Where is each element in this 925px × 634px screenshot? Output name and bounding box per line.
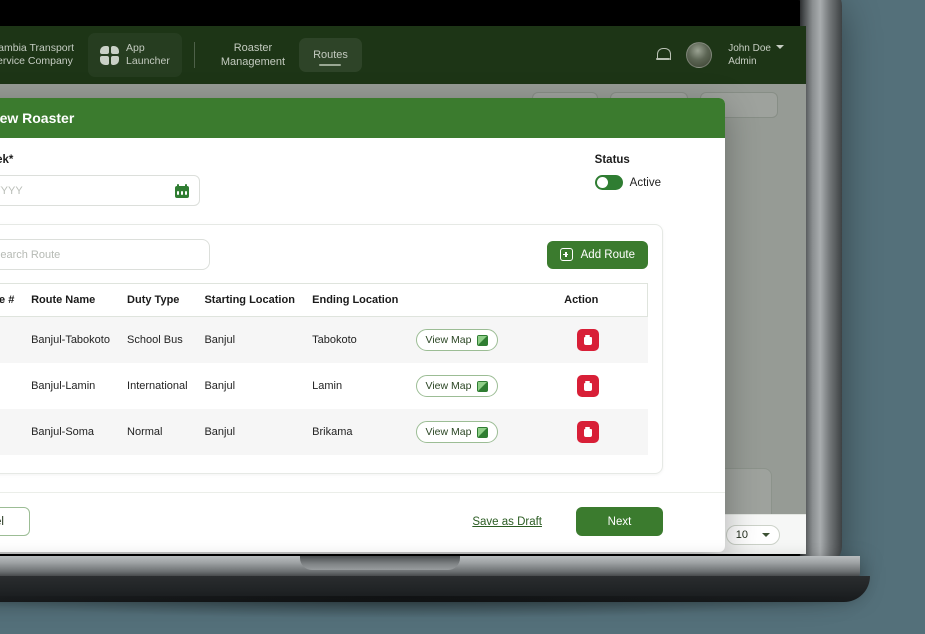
cell-ending-location: Lamin <box>304 363 407 409</box>
create-roaster-modal: Create New Roaster Select Week* DD/MM/YY… <box>0 98 725 552</box>
routes-table-body: 1 Banjul-Tabokoto School Bus Banjul Tabo… <box>0 317 648 456</box>
plus-icon <box>560 248 573 261</box>
cell-route-name: Banjul-Tabokoto <box>23 317 119 364</box>
nav-divider <box>194 42 195 68</box>
cell-duty-type: International <box>119 363 196 409</box>
routes-table: Route # Route Name Duty Type Starting Lo… <box>0 283 648 455</box>
grid-icon <box>100 46 119 65</box>
app-launcher-button[interactable]: App Launcher <box>88 33 182 77</box>
user-role: Admin <box>728 55 784 68</box>
table-row: 3 Banjul-Soma Normal Banjul Brikama View… <box>0 409 648 455</box>
trash-icon <box>584 335 592 345</box>
col-route-number: Route # <box>0 284 23 317</box>
cell-action <box>528 363 648 409</box>
page-size-select[interactable]: 10 <box>726 525 780 545</box>
cell-route-name: Banjul-Lamin <box>23 363 119 409</box>
user-name: John Doe <box>728 43 771 54</box>
cell-action <box>528 317 648 364</box>
status-label: Status <box>595 154 661 166</box>
cell-starting-location: Banjul <box>196 409 304 455</box>
col-starting-location: Starting Location <box>196 284 304 317</box>
cell-starting-location: Banjul <box>196 363 304 409</box>
trash-icon <box>584 381 592 391</box>
view-map-label: View Map <box>426 380 472 392</box>
cell-duty-type: Normal <box>119 409 196 455</box>
navbar-right: John Doe Admin <box>656 42 790 68</box>
select-week-label: Select Week* <box>0 154 200 166</box>
nav-item-roaster-management[interactable]: Roaster Management <box>207 31 299 79</box>
laptop-shadow <box>0 596 860 618</box>
bell-icon[interactable] <box>656 47 670 63</box>
cell-route-number: 1 <box>0 317 23 364</box>
view-map-button[interactable]: View Map <box>416 375 499 397</box>
view-map-label: View Map <box>426 334 472 346</box>
select-week-input[interactable]: DD/MM/YYYY <box>0 175 200 206</box>
select-week-group: Select Week* DD/MM/YYYY <box>0 154 200 206</box>
cell-duty-type: School Bus <box>119 317 196 364</box>
modal-body: Select Week* DD/MM/YYYY Status Active <box>0 138 725 474</box>
search-route-box[interactable]: Search Route <box>0 239 210 270</box>
search-route-placeholder: Search Route <box>0 249 60 261</box>
cell-starting-location: Banjul <box>196 317 304 364</box>
status-toggle-wrap[interactable]: Active <box>595 175 661 190</box>
map-icon <box>477 335 488 346</box>
laptop-bezel-edge <box>800 0 842 566</box>
table-header-row: Route # Route Name Duty Type Starting Lo… <box>0 284 648 317</box>
save-as-draft-link[interactable]: Save as Draft <box>472 516 542 528</box>
delete-route-button[interactable] <box>577 421 599 443</box>
col-map <box>408 284 528 317</box>
next-button[interactable]: Next <box>576 507 663 536</box>
app-screen: Gambia Transport Service Company App Lau… <box>0 26 806 554</box>
form-row-week-status: Select Week* DD/MM/YYYY Status Active <box>0 154 663 206</box>
add-route-button[interactable]: Add Route <box>547 241 648 269</box>
view-map-button[interactable]: View Map <box>416 329 499 351</box>
brand-name: Gambia Transport Service Company <box>0 42 74 68</box>
cell-ending-location: Brikama <box>304 409 407 455</box>
cell-ending-location: Tabokoto <box>304 317 407 364</box>
cell-route-number: 2 <box>0 363 23 409</box>
top-navbar: Gambia Transport Service Company App Lau… <box>0 26 806 84</box>
map-icon <box>477 427 488 438</box>
table-row: 2 Banjul-Lamin International Banjul Lami… <box>0 363 648 409</box>
delete-route-button[interactable] <box>577 329 599 351</box>
cell-route-number: 3 <box>0 409 23 455</box>
col-action: Action <box>528 284 648 317</box>
map-icon <box>477 381 488 392</box>
col-duty-type: Duty Type <box>119 284 196 317</box>
view-map-button[interactable]: View Map <box>416 421 499 443</box>
status-group: Status Active <box>595 154 663 190</box>
chevron-down-icon <box>776 45 784 49</box>
chevron-down-icon <box>762 533 770 537</box>
user-menu[interactable]: John Doe Admin <box>728 42 784 68</box>
routes-panel-toolbar: Search Route Add Route <box>0 239 648 270</box>
avatar[interactable] <box>686 42 712 68</box>
view-map-label: View Map <box>426 426 472 438</box>
cell-action <box>528 409 648 455</box>
cell-map: View Map <box>408 363 528 409</box>
add-route-label: Add Route <box>581 249 635 261</box>
cell-map: View Map <box>408 409 528 455</box>
trash-icon <box>584 427 592 437</box>
col-ending-location: Ending Location <box>304 284 407 317</box>
status-toggle-label: Active <box>630 177 661 189</box>
app-launcher-label: App Launcher <box>126 42 170 68</box>
nav-item-routes[interactable]: Routes <box>299 38 362 72</box>
table-row: 1 Banjul-Tabokoto School Bus Banjul Tabo… <box>0 317 648 364</box>
col-route-name: Route Name <box>23 284 119 317</box>
laptop-mockup-scene: Gambia Transport Service Company App Lau… <box>0 0 925 634</box>
page-size-value: 10 <box>736 529 748 541</box>
status-toggle[interactable] <box>595 175 623 190</box>
modal-title: Create New Roaster <box>0 98 725 138</box>
delete-route-button[interactable] <box>577 375 599 397</box>
select-week-placeholder: DD/MM/YYYY <box>0 185 175 197</box>
laptop-base-notch <box>300 556 460 570</box>
calendar-icon[interactable] <box>175 184 189 198</box>
modal-footer: Cancel Save as Draft Next <box>0 492 725 552</box>
routes-table-head: Route # Route Name Duty Type Starting Lo… <box>0 284 648 317</box>
routes-panel: Search Route Add Route Route # Route Nam… <box>0 224 663 474</box>
brand[interactable]: Gambia Transport Service Company <box>0 42 88 68</box>
cell-route-name: Banjul-Soma <box>23 409 119 455</box>
cancel-button[interactable]: Cancel <box>0 507 30 536</box>
cell-map: View Map <box>408 317 528 364</box>
